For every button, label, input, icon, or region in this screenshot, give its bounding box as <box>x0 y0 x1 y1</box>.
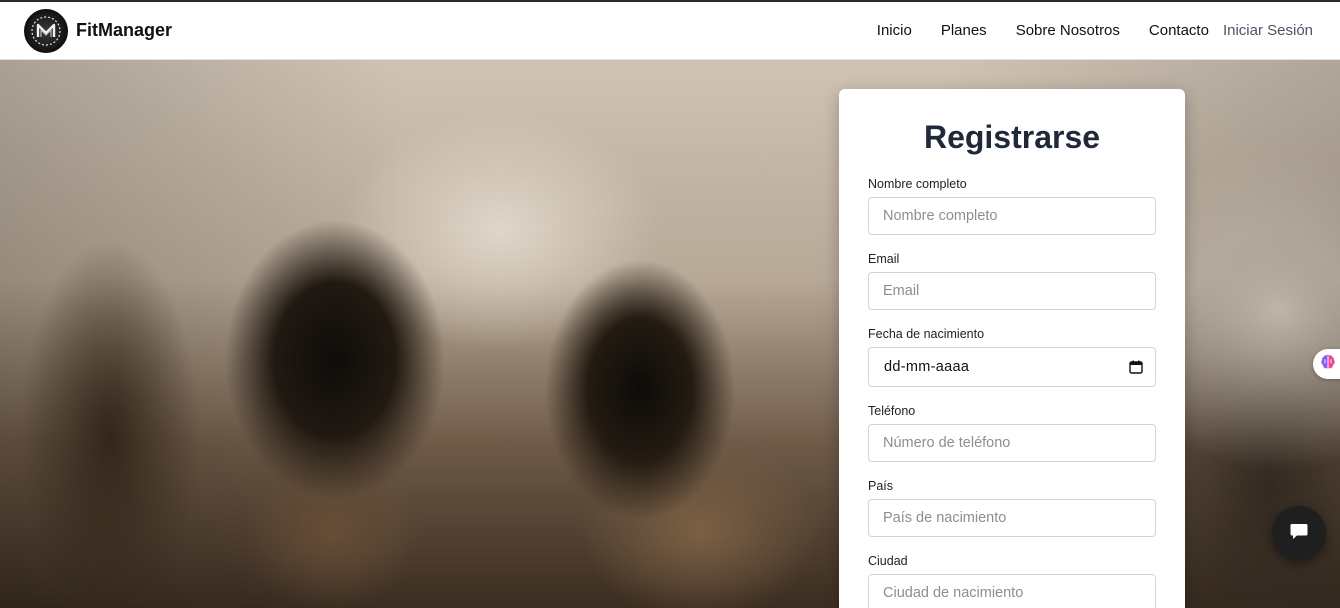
side-extension-widget[interactable] <box>1313 349 1340 379</box>
field-country: País <box>868 478 1156 537</box>
full-name-label: Nombre completo <box>868 177 967 191</box>
main-nav: Inicio Planes Sobre Nosotros Contacto <box>877 22 1209 39</box>
nav-link-sobre-nosotros[interactable]: Sobre Nosotros <box>1016 22 1120 39</box>
birth-date-input[interactable]: dd-mm-aaaa <box>868 347 1156 387</box>
country-input[interactable] <box>868 499 1156 537</box>
field-full-name: Nombre completo <box>868 176 1156 235</box>
nav-link-contacto[interactable]: Contacto <box>1149 22 1209 39</box>
full-name-input[interactable] <box>868 197 1156 235</box>
city-label: Ciudad <box>868 554 908 568</box>
page: FitManager Inicio Planes Sobre Nosotros … <box>0 0 1340 608</box>
brand[interactable]: FitManager <box>24 8 172 53</box>
country-label: País <box>868 479 894 493</box>
chat-bubble-icon <box>1289 521 1309 546</box>
fitmanager-logo-icon[interactable] <box>24 8 68 53</box>
field-phone: Teléfono <box>868 403 1156 462</box>
field-birth-date: Fecha de nacimiento dd-mm-aaaa <box>868 326 1156 387</box>
register-title: Registrarse <box>923 119 1101 155</box>
nav-link-planes[interactable]: Planes <box>941 22 987 39</box>
birth-date-value: dd-mm-aaaa <box>884 359 970 375</box>
email-input[interactable] <box>868 272 1156 310</box>
phone-label: Teléfono <box>868 404 916 418</box>
brain-icon[interactable] <box>1319 353 1337 376</box>
field-email: Email <box>868 251 1156 310</box>
calendar-icon[interactable] <box>1129 360 1143 374</box>
brand-name[interactable]: FitManager <box>76 20 172 41</box>
nav-link-inicio[interactable]: Inicio <box>877 22 912 39</box>
top-navbar: FitManager Inicio Planes Sobre Nosotros … <box>0 0 1340 60</box>
chat-button[interactable] <box>1272 506 1326 560</box>
email-label: Email <box>868 252 900 266</box>
register-card: Registrarse Nombre completo Email Fecha … <box>839 89 1185 608</box>
city-input[interactable] <box>868 574 1156 608</box>
login-link[interactable]: Iniciar Sesión <box>1223 22 1313 39</box>
birth-date-label: Fecha de nacimiento <box>868 327 985 341</box>
field-city: Ciudad <box>868 553 1156 608</box>
phone-input[interactable] <box>868 424 1156 462</box>
